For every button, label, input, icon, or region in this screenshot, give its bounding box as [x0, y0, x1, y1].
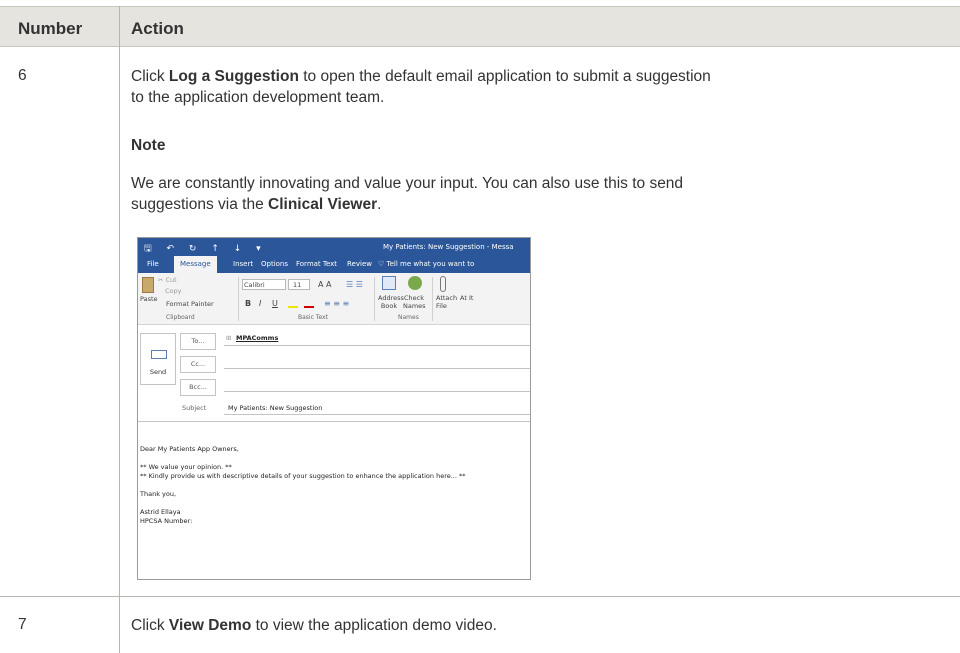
note-heading: Note [131, 137, 166, 154]
instruction-text: to view the application demo video. [251, 617, 497, 634]
to-field-line [224, 345, 530, 346]
paperclip-icon [440, 276, 446, 292]
note-text: We are constantly innovating and value y… [131, 173, 951, 215]
font-size: 11 [293, 281, 302, 289]
italic-button: I [259, 299, 262, 308]
check-names-label: Check Names [403, 294, 426, 310]
to-recipient: MPAComms [236, 334, 279, 342]
tab-review: Review [347, 260, 372, 268]
format-painter-label: Format Painter [166, 300, 214, 308]
cc-button: Cc... [180, 356, 216, 373]
outlook-ribbon-tabs: File Message Insert Options Format Text … [138, 256, 530, 273]
compose-area: Send To... Cc... Bcc... ⊞ MPAComms Subje… [138, 325, 530, 579]
font-name: Calibri [244, 281, 265, 289]
row-divider [0, 596, 960, 597]
highlight-icon [288, 306, 298, 308]
header-number: Number [18, 19, 83, 38]
bcc-field-line [224, 391, 530, 392]
names-group-label: Names [398, 314, 419, 321]
tab-insert: Insert [233, 260, 254, 268]
header-action: Action [131, 19, 184, 38]
attach-item-label: At It [460, 294, 474, 302]
email-body-line: ** Kindly provide us with descriptive de… [140, 472, 466, 480]
note-text-line: suggestions via the [131, 196, 269, 213]
email-body-line: Thank you, [140, 490, 177, 498]
paste-icon [142, 277, 154, 293]
address-book-icon [382, 276, 396, 290]
clipboard-group-label: Clipboard [166, 314, 195, 321]
ribbon-separator [432, 277, 433, 321]
bold-button: B [245, 299, 252, 308]
row-number-7: 7 [18, 616, 27, 633]
instruction-text: to open the default email application to… [298, 68, 711, 85]
clinical-viewer-term: Clinical Viewer [268, 196, 378, 213]
paste-label: Paste [140, 295, 158, 303]
bcc-button: Bcc... [180, 379, 216, 396]
instruction-text: to the application development team. [131, 89, 385, 106]
email-body-line: Dear My Patients App Owners, [140, 445, 239, 453]
email-body-line: Astrid Ellaya [140, 508, 181, 516]
cut-label: ✂ Cut [158, 276, 177, 284]
email-body-line [140, 499, 466, 508]
underline-button: U [272, 299, 278, 308]
header-body-divider [138, 421, 530, 422]
row-6-instruction: Click Log a Suggestion to open the defau… [131, 66, 951, 108]
instruction-text: Click [131, 68, 169, 85]
tab-file: File [147, 260, 159, 268]
list-icon: ☰ ☰ [346, 280, 363, 289]
tell-me-box: ♡ Tell me what you want to [378, 260, 475, 268]
address-book-label: Address Book [378, 294, 404, 310]
to-button: To... [180, 333, 216, 350]
tab-options: Options [261, 260, 289, 268]
basic-text-group-label: Basic Text [298, 314, 328, 321]
note-label: Note [131, 135, 951, 156]
table-header-row: Number Action [0, 6, 960, 47]
tab-message: Message [174, 256, 217, 273]
email-body-line: HPCSA Number: [140, 517, 193, 525]
align-icon: ≡ ≡ ≡ [324, 299, 350, 308]
outlook-ribbon: Paste ✂ Cut Copy Format Painter Clipboar… [138, 273, 530, 325]
quick-access-toolbar: 🖫 ↶ ↻ ↑ ↓ ▾ [144, 244, 267, 254]
instruction-text: Click [131, 617, 169, 634]
outlook-screenshot: 🖫 ↶ ↻ ↑ ↓ ▾ My Patients: New Suggestion … [137, 237, 531, 580]
email-body: Dear My Patients App Owners, ** We value… [140, 445, 466, 526]
copy-label: Copy [165, 287, 182, 295]
attach-file-label: Attach File [436, 294, 458, 310]
note-text-line: . [377, 196, 382, 213]
note-text-line: We are constantly innovating and value y… [131, 175, 684, 192]
email-body-line: ** We value your opinion. ** [140, 463, 232, 471]
font-grow-shrink-icon: A A [318, 280, 332, 289]
font-color-icon [304, 306, 314, 308]
subject-value: My Patients: New Suggestion [228, 404, 323, 412]
send-icon [151, 350, 167, 359]
email-body-line [140, 454, 466, 463]
send-label: Send [149, 368, 167, 376]
view-demo-term: View Demo [168, 617, 252, 634]
column-divider-header [119, 6, 120, 48]
ribbon-separator [374, 277, 375, 321]
ribbon-separator [238, 277, 239, 321]
cc-field-line [224, 368, 530, 369]
window-title: My Patients: New Suggestion - Messa [383, 243, 514, 251]
tab-format-text: Format Text [296, 260, 338, 268]
contact-icon: ⊞ [226, 334, 232, 342]
log-a-suggestion-term: Log a Suggestion [168, 68, 299, 85]
row-number-6: 6 [18, 67, 27, 84]
outlook-title-bar: 🖫 ↶ ↻ ↑ ↓ ▾ My Patients: New Suggestion … [138, 238, 530, 256]
row-7-instruction: Click View Demo to view the application … [131, 615, 951, 636]
subject-label: Subject [182, 404, 207, 412]
subject-field-line [224, 414, 530, 415]
send-button: Send [140, 333, 176, 385]
column-divider [119, 48, 120, 653]
check-names-icon [408, 276, 422, 290]
email-body-line [140, 481, 466, 490]
